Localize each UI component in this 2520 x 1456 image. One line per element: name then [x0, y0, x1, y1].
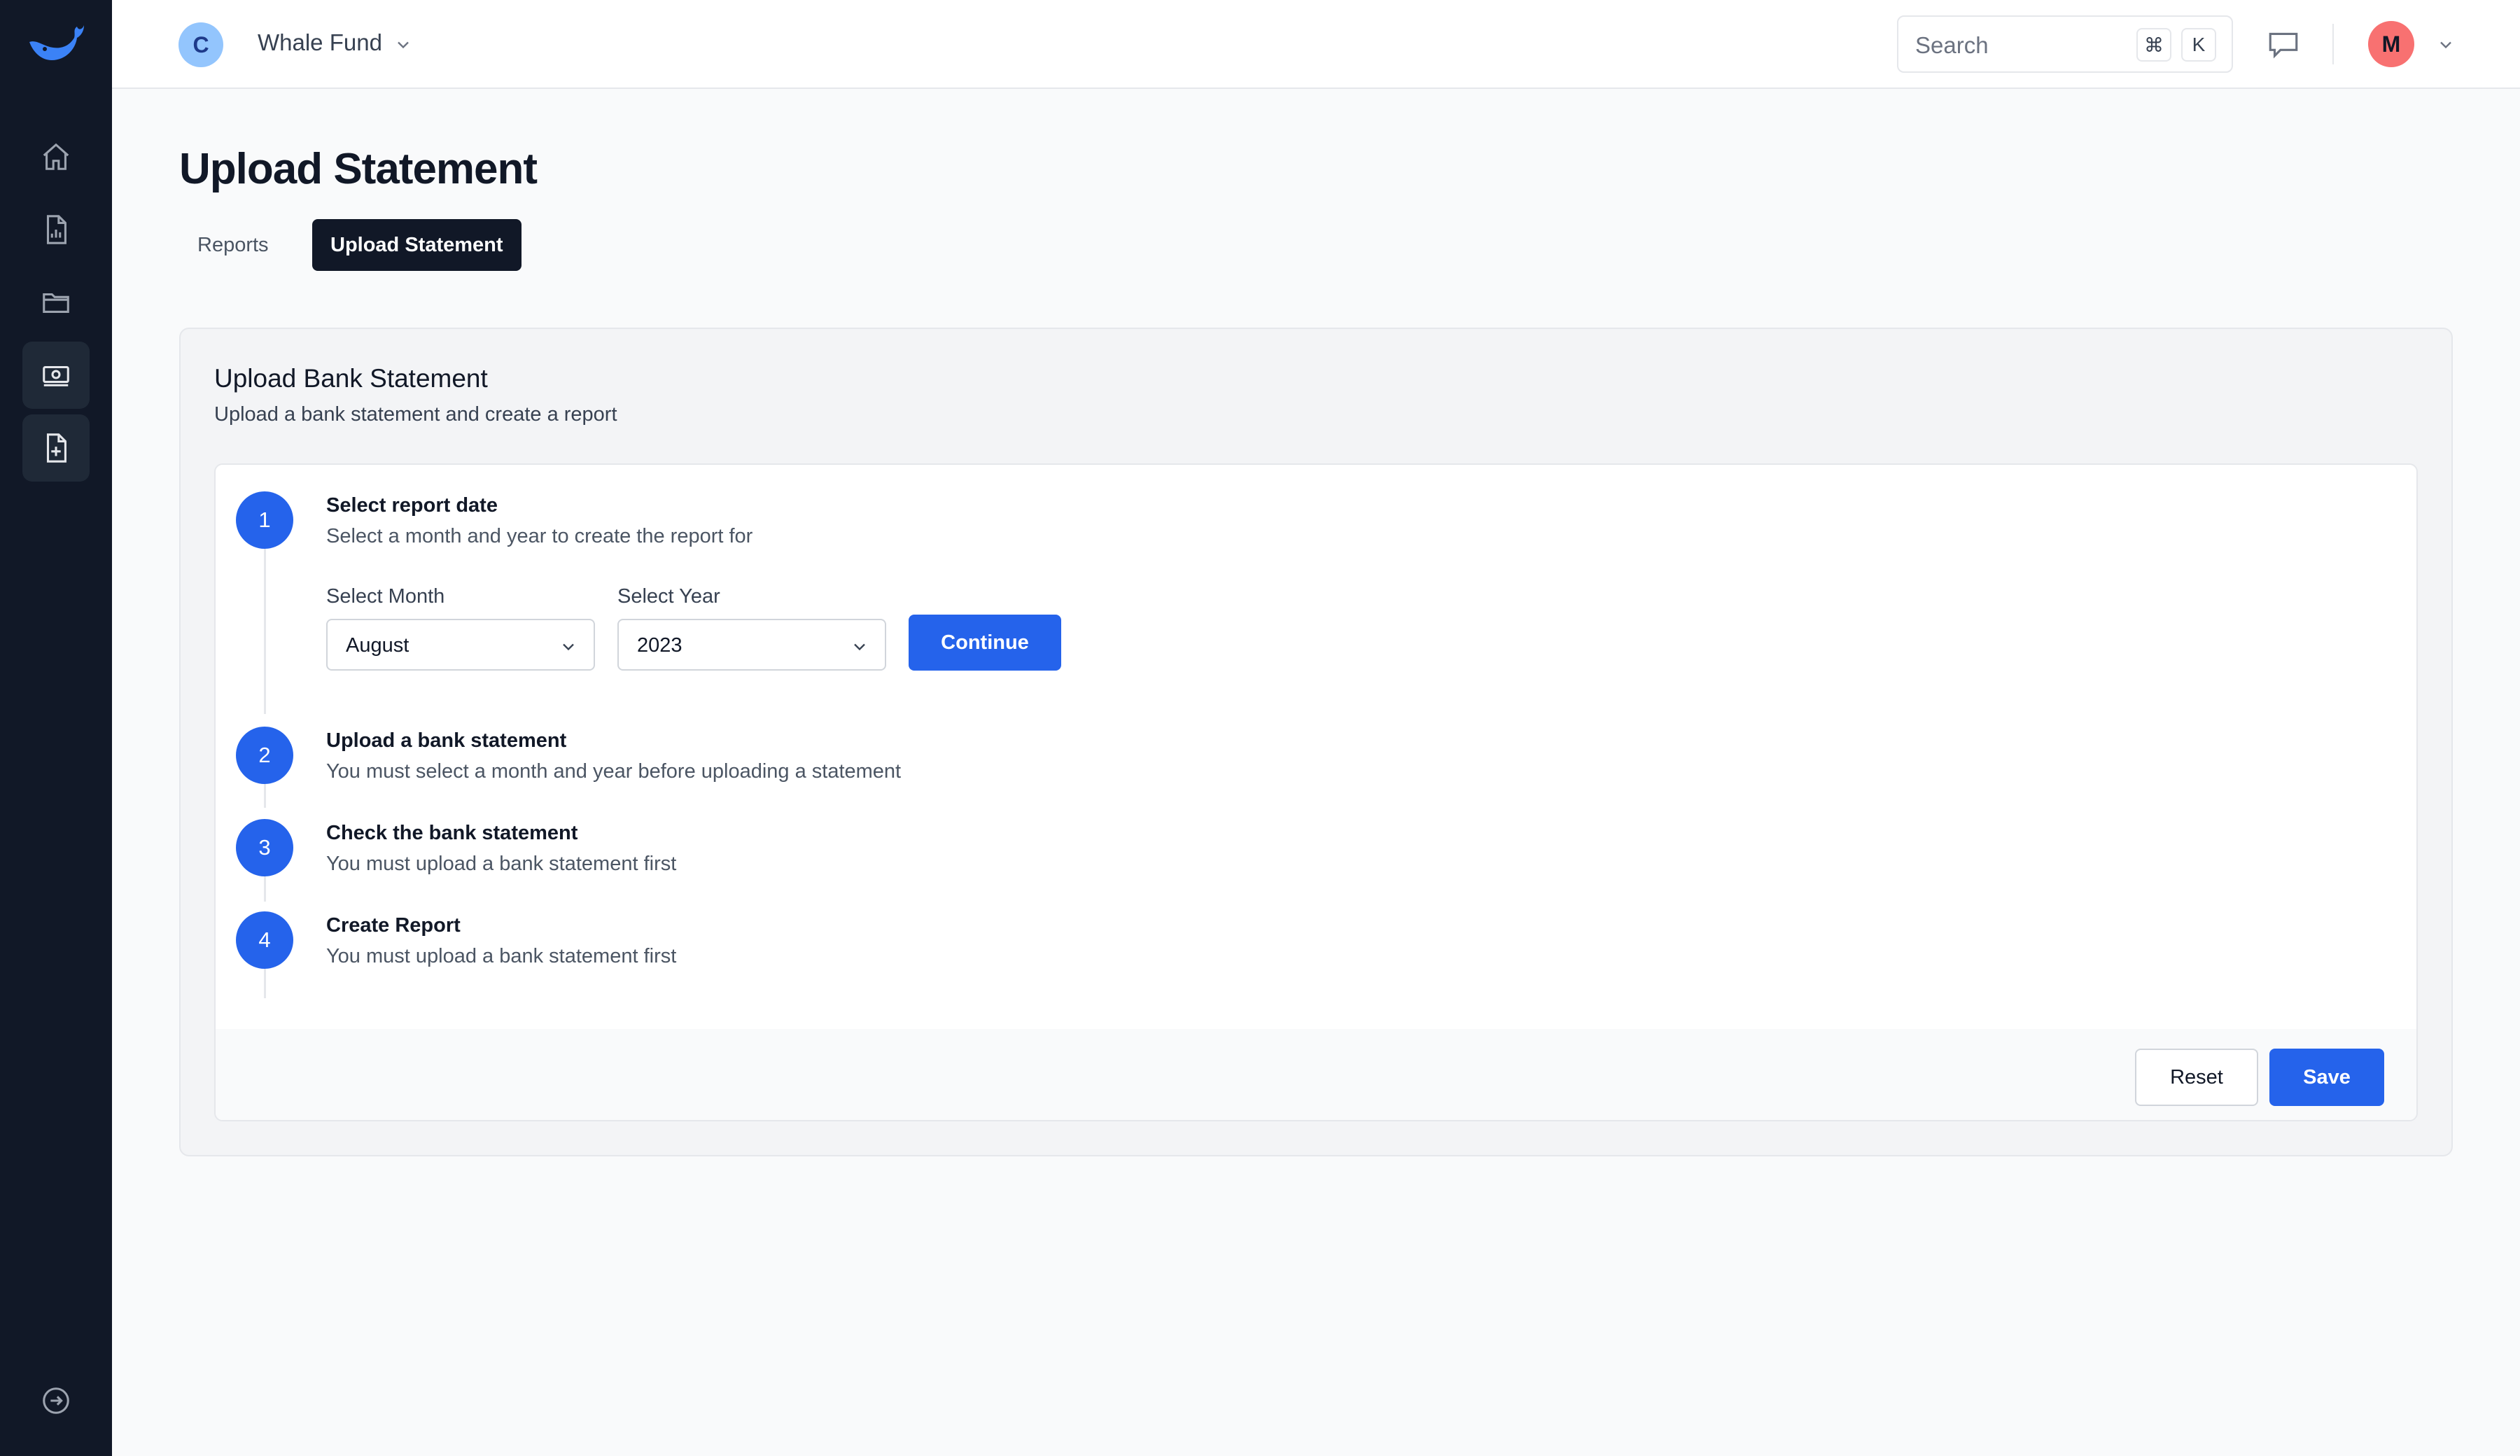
step-3-indicator: 3 — [236, 819, 293, 876]
tab-upload-statement[interactable]: Upload Statement — [312, 219, 522, 271]
year-select-value: 2023 — [637, 634, 682, 657]
shortcut-k-key: K — [2181, 28, 2216, 62]
save-button[interactable]: Save — [2269, 1049, 2384, 1106]
whale-logo-icon[interactable] — [27, 21, 85, 66]
step-4-title: Create Report — [326, 914, 461, 937]
folder-icon — [43, 293, 69, 313]
user-avatar[interactable]: M — [2368, 21, 2414, 67]
shortcut-command-key: ⌘ — [2136, 28, 2171, 62]
home-icon — [43, 143, 69, 170]
card-title: Upload Bank Statement — [214, 364, 488, 393]
step-connector — [264, 969, 266, 998]
month-select-value: August — [346, 634, 410, 657]
step-connector — [264, 876, 266, 902]
continue-button[interactable]: Continue — [909, 615, 1061, 671]
step-connector — [264, 784, 266, 808]
panel-footer — [216, 1029, 2416, 1120]
year-select[interactable]: 2023 — [617, 619, 886, 671]
step-3-title: Check the bank statement — [326, 822, 578, 844]
org-avatar[interactable]: C — [178, 22, 223, 67]
chevron-down-icon — [563, 643, 574, 651]
step-2-indicator: 2 — [236, 727, 293, 784]
stepper-panel — [214, 463, 2418, 1121]
sidebar-item-money[interactable] — [22, 342, 90, 409]
sidebar-item-folders[interactable] — [22, 269, 90, 336]
chevron-down-icon[interactable] — [393, 35, 413, 55]
sidebar — [0, 0, 112, 1456]
step-4-description: You must upload a bank statement first — [326, 945, 677, 967]
step-4-indicator: 4 — [236, 911, 293, 969]
sidebar-item-home[interactable] — [22, 123, 90, 190]
chevron-down-icon — [854, 643, 865, 651]
step-1-indicator: 1 — [236, 491, 293, 549]
month-select[interactable]: August — [326, 619, 595, 671]
step-2-title: Upload a bank statement — [326, 729, 567, 752]
collapse-sidebar-icon[interactable] — [40, 1385, 72, 1417]
org-name[interactable]: Whale Fund — [258, 29, 382, 56]
search-input[interactable]: Search ⌘ K — [1897, 15, 2233, 73]
chat-bubble-icon[interactable] — [2266, 27, 2301, 62]
tab-reports[interactable]: Reports — [179, 219, 287, 271]
search-placeholder: Search — [1915, 32, 1989, 58]
chevron-down-icon[interactable] — [2436, 35, 2456, 55]
step-3-description: You must upload a bank statement first — [326, 853, 677, 875]
document-add-icon — [46, 433, 66, 463]
sidebar-item-upload-statement[interactable] — [22, 414, 90, 482]
step-2-description: You must select a month and year before … — [326, 760, 902, 783]
reset-button[interactable]: Reset — [2135, 1049, 2258, 1106]
page-title: Upload Statement — [179, 145, 538, 193]
step-1-title: Select report date — [326, 494, 498, 517]
top-header: C Whale Fund Search ⌘ K M — [112, 0, 2520, 89]
year-label: Select Year — [617, 585, 720, 608]
month-label: Select Month — [326, 585, 445, 608]
sidebar-item-reports[interactable] — [22, 196, 90, 263]
header-divider — [2332, 24, 2334, 64]
report-document-icon — [46, 215, 66, 244]
step-connector — [264, 549, 266, 714]
banknote-icon — [43, 365, 69, 386]
card-subtitle: Upload a bank statement and create a rep… — [214, 403, 617, 426]
step-1-description: Select a month and year to create the re… — [326, 525, 753, 547]
